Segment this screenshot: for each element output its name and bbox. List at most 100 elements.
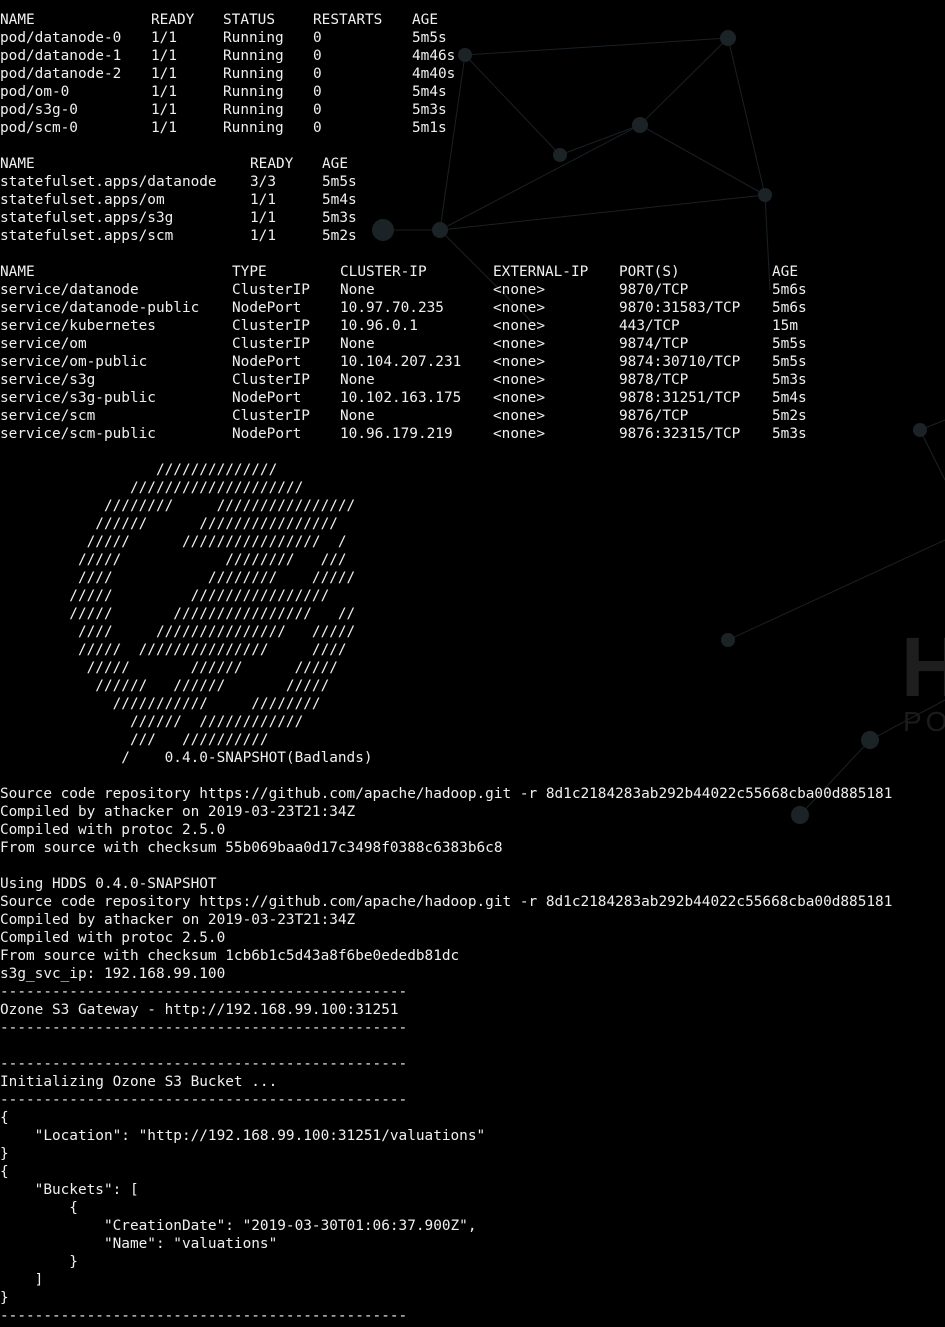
table-cell: <none> (493, 426, 545, 442)
table-cell: Running (223, 102, 284, 118)
table-cell: 10.96.179.219 (340, 426, 453, 442)
table-cell: NodePort (232, 426, 302, 442)
table-cell: <none> (493, 300, 545, 316)
table-cell: service/om (0, 336, 87, 352)
table-cell: 15m (772, 318, 798, 334)
table-cell: pod/scm-0 (0, 120, 78, 136)
table-cell: 5m5s (412, 30, 447, 46)
column-header: NAME (0, 12, 35, 28)
statefulsets-header-row: NAME READY AGE (0, 155, 945, 173)
table-cell: ClusterIP (232, 318, 310, 334)
log-line: ] (0, 1272, 44, 1288)
log-output: Source code repository https://github.co… (0, 767, 945, 1325)
table-cell: <none> (493, 318, 545, 334)
table-cell: pod/datanode-2 (0, 66, 122, 82)
log-line: { (0, 1200, 78, 1216)
service-row: service/s3g ClusterIP None <none> 9878/TCP 5m… (0, 371, 945, 389)
log-line: "Buckets": [ (0, 1182, 139, 1198)
table-cell: 9874/TCP (619, 336, 689, 352)
log-line: Compiled with protoc 2.5.0 (0, 822, 226, 838)
table-cell: <none> (493, 282, 545, 298)
column-header: TYPE (232, 264, 267, 280)
table-cell: 9876:32315/TCP (619, 426, 741, 442)
table-cell: <none> (493, 336, 545, 352)
log-line: { (0, 1164, 9, 1180)
banner-line: ////// //////////////// (0, 516, 338, 532)
log-line: ----------------------------------------… (0, 1020, 408, 1036)
column-header: AGE (772, 264, 798, 280)
table-cell: service/s3g-public (0, 390, 156, 406)
table-cell: None (340, 408, 375, 424)
column-header: READY (151, 12, 195, 28)
table-cell: <none> (493, 372, 545, 388)
table-cell: <none> (493, 354, 545, 370)
table-cell: None (340, 336, 375, 352)
log-line: } (0, 1146, 9, 1162)
column-header: AGE (322, 156, 348, 172)
table-cell: pod/om-0 (0, 84, 70, 100)
table-cell: 10.96.0.1 (340, 318, 418, 334)
banner-line: ///// /////////////// //// (0, 642, 347, 658)
table-cell: 0 (313, 84, 322, 100)
table-cell: Running (223, 30, 284, 46)
log-line: Initializing Ozone S3 Bucket ... (0, 1074, 278, 1090)
table-cell: 0 (313, 30, 322, 46)
table-cell: 5m2s (322, 228, 357, 244)
table-cell: pod/s3g-0 (0, 102, 78, 118)
table-cell: NodePort (232, 300, 302, 316)
table-cell: statefulset.apps/om (0, 192, 165, 208)
statefulset-row: statefulset.apps/datanode 3/3 5m5s (0, 173, 945, 191)
table-cell: service/scm (0, 408, 96, 424)
table-cell: service/om-public (0, 354, 148, 370)
log-line: } (0, 1254, 78, 1270)
table-cell: 1/1 (250, 228, 276, 244)
log-line: "Name": "valuations" (0, 1236, 278, 1252)
table-cell: 3/3 (250, 174, 276, 190)
table-cell: 9878/TCP (619, 372, 689, 388)
table-cell: 0 (313, 120, 322, 136)
table-cell: 5m3s (772, 372, 807, 388)
table-cell: 5m4s (322, 192, 357, 208)
banner-line: ///// ////// ///// (0, 660, 338, 676)
banner-line: //////// //////////////// (0, 498, 356, 514)
banner-line: /////////// //////// (0, 696, 321, 712)
table-cell: 9874:30710/TCP (619, 354, 741, 370)
table-cell: None (340, 372, 375, 388)
log-line: From source with checksum 55b069baa0d17c… (0, 840, 503, 856)
table-cell: statefulset.apps/s3g (0, 210, 174, 226)
banner-line: ///// //////////////// // (0, 606, 356, 622)
statefulset-row: statefulset.apps/scm 1/1 5m2s (0, 227, 945, 245)
table-cell: 10.102.163.175 (340, 390, 462, 406)
service-row: service/s3g-public NodePort 10.102.163.175… (0, 389, 945, 407)
pod-row: pod/datanode-2 1/1 Running 0 4m40s (0, 65, 945, 83)
column-header: AGE (412, 12, 438, 28)
service-row: service/om-public NodePort 10.104.207.231 <… (0, 353, 945, 371)
table-cell: NodePort (232, 390, 302, 406)
table-cell: 5m3s (772, 426, 807, 442)
ozone-ascii-banner: ////////////// //////////////////// ////… (0, 461, 945, 767)
log-line: From source with checksum 1cb6b1c5d43a8f… (0, 948, 460, 964)
table-cell: <none> (493, 390, 545, 406)
table-cell: service/s3g (0, 372, 96, 388)
banner-line: ///// //////////////// (0, 588, 330, 604)
column-header: CLUSTER-IP (340, 264, 427, 280)
log-line: ----------------------------------------… (0, 1056, 408, 1072)
column-header: READY (250, 156, 294, 172)
table-cell: ClusterIP (232, 282, 310, 298)
table-cell: 5m5s (772, 354, 807, 370)
log-line: "Location": "http://192.168.99.100:31251… (0, 1128, 486, 1144)
table-cell: ClusterIP (232, 336, 310, 352)
table-cell: 9870:31583/TCP (619, 300, 741, 316)
table-cell: 443/TCP (619, 318, 680, 334)
banner-line: ////////////// (0, 462, 278, 478)
table-cell: 5m6s (772, 282, 807, 298)
table-cell: 5m5s (772, 336, 807, 352)
log-line: Compiled by athacker on 2019-03-23T21:34… (0, 912, 356, 928)
table-cell: service/scm-public (0, 426, 156, 442)
table-cell: 5m6s (772, 300, 807, 316)
table-cell: 4m46s (412, 48, 456, 64)
